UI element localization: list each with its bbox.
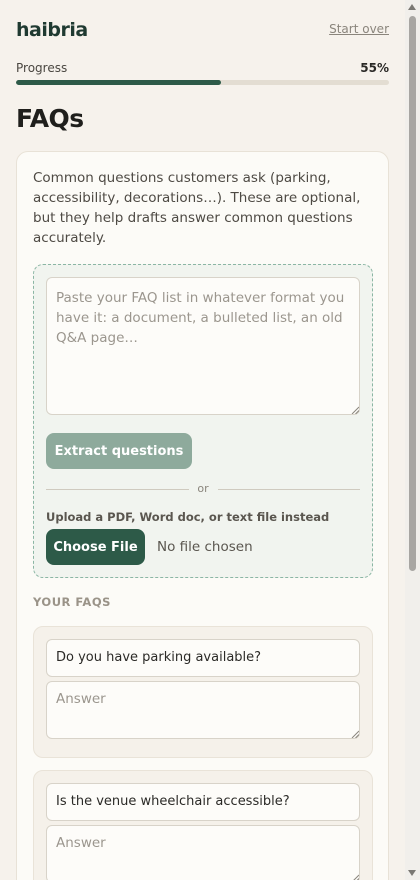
progress-bar-fill: [16, 80, 222, 85]
scrollbar[interactable]: [405, 0, 420, 880]
faq-question-input[interactable]: Do you have parking available?: [46, 639, 360, 677]
resize-grip-icon[interactable]: [351, 874, 359, 880]
progress-row: Progress 55%: [16, 61, 389, 75]
intro-text: Common questions customers ask (parking,…: [33, 170, 361, 246]
scrollbar-thumb[interactable]: [409, 16, 416, 571]
scroll-down-arrow-icon[interactable]: [408, 870, 416, 876]
divider-right: [218, 489, 360, 490]
import-dropzone: Paste your FAQ list in whatever format y…: [33, 264, 373, 578]
extract-questions-button[interactable]: Extract questions: [46, 433, 192, 469]
resize-grip-icon[interactable]: [351, 730, 359, 738]
faq-item: Do you have parking available? Answer: [33, 626, 373, 758]
page-title: FAQs: [16, 104, 84, 133]
upload-label: Upload a PDF, Word doc, or text file ins…: [46, 510, 330, 524]
faq-paste-textarea[interactable]: Paste your FAQ list in whatever format y…: [46, 277, 360, 415]
file-status: No file chosen: [157, 539, 253, 555]
faq-answer-textarea[interactable]: Answer: [46, 825, 360, 880]
choose-file-button[interactable]: Choose File: [46, 529, 145, 565]
faq-answer-textarea[interactable]: Answer: [46, 681, 360, 739]
progress-percent: 55%: [360, 61, 389, 75]
header: haibria Start over: [16, 19, 389, 43]
faq-item: Is the venue wheelchair accessible? Answ…: [33, 770, 373, 880]
progress-bar: [16, 80, 389, 85]
your-faqs-heading: YOUR FAQS: [33, 595, 111, 609]
progress-label: Progress: [16, 61, 68, 75]
logo: haibria: [16, 19, 88, 41]
start-over-link[interactable]: Start over: [329, 22, 389, 36]
faq-card: Common questions customers ask (parking,…: [16, 151, 389, 880]
faq-question-input[interactable]: Is the venue wheelchair accessible?: [46, 783, 360, 821]
resize-grip-icon[interactable]: [351, 406, 359, 414]
scroll-up-arrow-icon[interactable]: [408, 4, 416, 10]
